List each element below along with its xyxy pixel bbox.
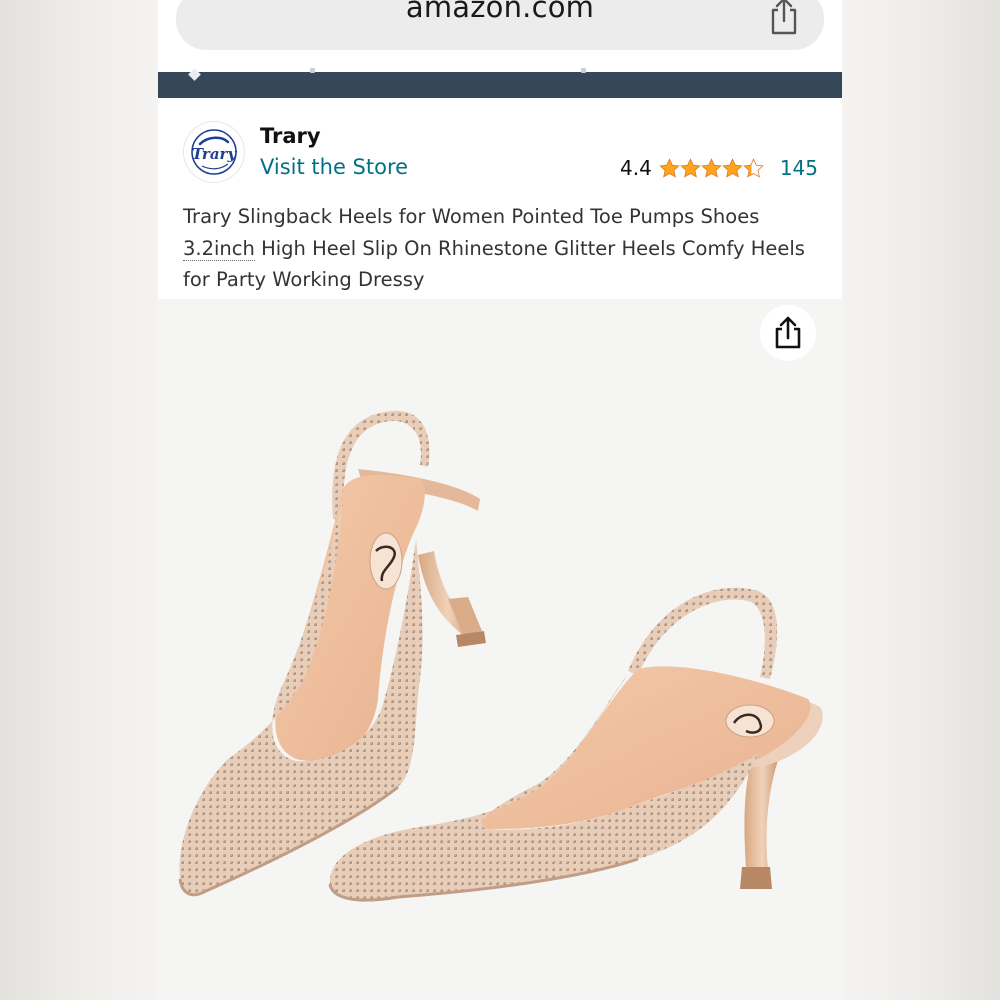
star-icon [680, 157, 701, 178]
store-logo[interactable]: Trary [184, 122, 244, 182]
nav-text-fragment [310, 68, 315, 73]
star-rating [659, 157, 764, 179]
address-bar[interactable]: amazon.com [176, 0, 824, 50]
logo-text: Trary [192, 145, 238, 163]
product-image[interactable] [158, 299, 842, 1000]
url-text: amazon.com [405, 0, 595, 24]
image-share-button[interactable] [760, 305, 816, 361]
location-pin-icon [188, 68, 201, 81]
rating-value: 4.4 [620, 156, 652, 180]
title-text: Trary Slingback Heels for Women Pointed … [183, 205, 760, 228]
share-icon[interactable] [766, 0, 802, 36]
slingback-heels-image [178, 410, 823, 902]
star-icon [743, 157, 764, 178]
visit-store-link[interactable]: Visit the Store [260, 155, 408, 179]
star-icon [722, 157, 743, 178]
heel-height-link[interactable]: 3.2inch [183, 236, 255, 261]
nav-text-fragment [581, 68, 586, 73]
product-title: Trary Slingback Heels for Women Pointed … [183, 201, 823, 296]
navigation-strip [158, 68, 842, 98]
rating-count-link[interactable]: 145 [780, 156, 818, 180]
share-icon [775, 316, 801, 349]
brand-name[interactable]: Trary [260, 124, 321, 148]
rating-summary[interactable]: 4.4 145 [620, 155, 818, 181]
phone-screen: amazon.com Trary Trary Visit the Store 4… [158, 0, 842, 1000]
star-icon [659, 157, 680, 178]
left-shoe [178, 410, 486, 897]
trary-logo-icon: Trary [191, 129, 238, 175]
star-icon [701, 157, 722, 178]
title-text-rest: High Heel Slip On Rhinestone Glitter Hee… [183, 236, 805, 292]
